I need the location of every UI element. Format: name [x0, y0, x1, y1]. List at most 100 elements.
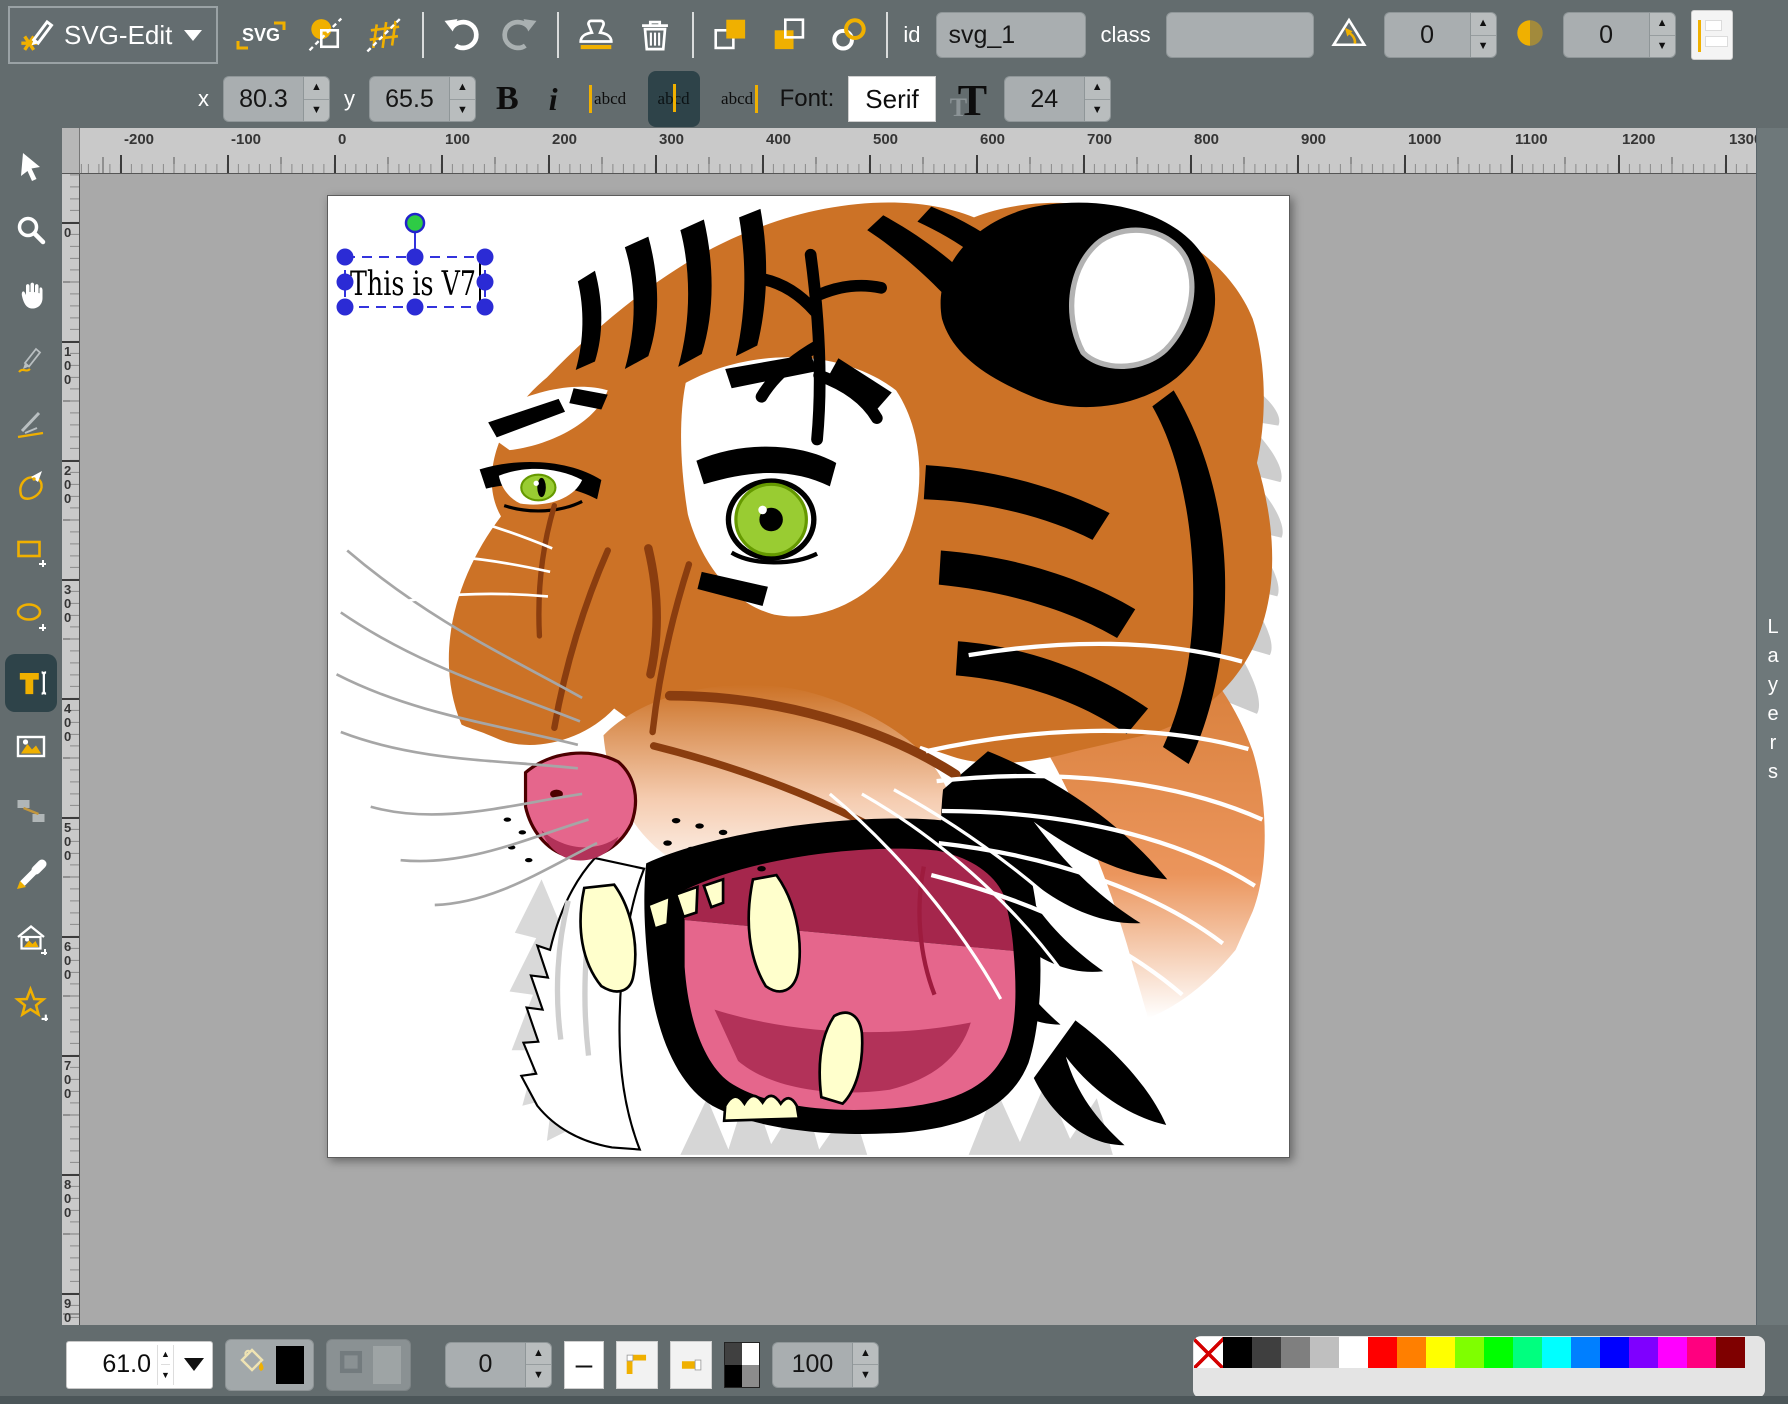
stroke-width-input[interactable] [445, 1342, 525, 1388]
blur-input[interactable] [1563, 12, 1649, 58]
make-link-button[interactable] [827, 11, 871, 59]
y-spinner[interactable]: ▲▼ [449, 76, 476, 122]
fill-color-button[interactable] [225, 1339, 314, 1391]
pencil-icon [14, 342, 48, 376]
bold-button[interactable]: B [490, 80, 525, 118]
ruler-tick [976, 155, 978, 173]
text-tool[interactable] [5, 654, 57, 712]
rect-tool[interactable] [5, 526, 57, 576]
palette-swatch[interactable] [1455, 1337, 1484, 1368]
ruler-tick [762, 155, 764, 173]
stroke-linecap-button[interactable] [670, 1341, 712, 1389]
palette-swatch[interactable] [1368, 1337, 1397, 1368]
line-tool[interactable] [5, 398, 57, 448]
palette-swatch[interactable] [1716, 1337, 1745, 1368]
palette-swatch[interactable] [1252, 1337, 1281, 1368]
svg-page[interactable] [327, 195, 1290, 1158]
ellipse-icon [14, 598, 48, 632]
layers-panel-toggle[interactable]: Layers [1756, 128, 1788, 1325]
palette-swatch[interactable] [1484, 1337, 1513, 1368]
font-size-spinner[interactable]: ▲▼ [1084, 76, 1111, 122]
ruler-label: 1300 [1729, 131, 1756, 148]
palette-swatch[interactable] [1542, 1337, 1571, 1368]
redo-button[interactable] [498, 11, 542, 59]
move-to-bottom-button[interactable] [768, 11, 812, 59]
palette-swatch[interactable] [1600, 1337, 1629, 1368]
opacity-input[interactable] [772, 1342, 852, 1388]
stroke-dash-button[interactable]: – [564, 1341, 604, 1389]
element-id-input[interactable] [936, 12, 1086, 58]
palette-swatch[interactable] [1281, 1337, 1310, 1368]
pencil-tool[interactable] [5, 334, 57, 384]
ruler-label: 800 [1194, 131, 1219, 148]
palette-swatch[interactable] [1223, 1337, 1252, 1368]
palette-swatch[interactable] [1629, 1337, 1658, 1368]
select-tool[interactable] [5, 142, 57, 192]
eyedropper-tool[interactable] [5, 850, 57, 900]
image-tool[interactable] [5, 722, 57, 772]
palette-swatch[interactable] [1194, 1337, 1223, 1368]
ruler-label: 700 [1087, 131, 1112, 148]
zoom-tool[interactable] [5, 206, 57, 256]
zoom-spinner[interactable]: ▲▼ [157, 1345, 174, 1385]
stroke-color-button[interactable] [326, 1339, 411, 1391]
blur-spinner[interactable]: ▲▼ [1649, 12, 1676, 58]
ruler-label: 400 [766, 131, 791, 148]
align-relative-button[interactable] [1691, 10, 1733, 60]
canvas-area[interactable]: This is V7 [80, 174, 1756, 1325]
palette-swatch[interactable] [1687, 1337, 1716, 1368]
tiger-artwork[interactable] [328, 196, 1289, 1157]
zoom-control[interactable]: 61.0 ▲▼ [66, 1341, 213, 1389]
ruler-label: 500 [873, 131, 898, 148]
ruler-label: 200 [552, 131, 577, 148]
editor-preferences-button[interactable] [363, 11, 407, 59]
star-tool[interactable] [5, 978, 57, 1028]
undo-button[interactable] [439, 11, 483, 59]
font-family-button[interactable]: Serif [848, 76, 935, 122]
ruler-label: 0 [338, 131, 346, 148]
stroke-width-spinner[interactable]: ▲▼ [525, 1342, 552, 1388]
app-title: SVG-Edit [64, 20, 172, 51]
pan-tool[interactable] [5, 270, 57, 320]
text-anchor-middle-button[interactable]: abcd [648, 71, 700, 127]
path-tool[interactable] [5, 462, 57, 512]
italic-button[interactable]: i [539, 81, 568, 118]
move-to-top-button[interactable] [709, 11, 753, 59]
ruler-tick [62, 1055, 79, 1057]
ruler-label: 0 [64, 226, 77, 240]
delete-button[interactable] [633, 11, 677, 59]
pen-path-icon [14, 470, 48, 504]
text-anchor-start-button[interactable]: abcd [582, 73, 634, 125]
clone-button[interactable] [574, 11, 618, 59]
palette-swatch[interactable] [1571, 1337, 1600, 1368]
font-size-input[interactable] [1004, 76, 1084, 122]
ruler-tick [334, 155, 336, 173]
main-menu-button[interactable]: SVG-Edit [8, 6, 218, 64]
stroke-swatch [373, 1346, 401, 1384]
ruler-tick [441, 155, 443, 173]
edit-source-button[interactable]: SVG [233, 11, 289, 59]
ruler-label: 500 [64, 821, 77, 863]
document-properties-button[interactable] [304, 11, 348, 59]
x-spinner[interactable]: ▲▼ [303, 76, 330, 122]
move-bottom-icon [770, 15, 810, 55]
stroke-linejoin-button[interactable] [616, 1341, 658, 1389]
toolbar-separator [886, 12, 888, 58]
angle-spinner[interactable]: ▲▼ [1470, 12, 1497, 58]
palette-swatch[interactable] [1397, 1337, 1426, 1368]
opacity-spinner[interactable]: ▲▼ [852, 1342, 879, 1388]
palette-swatch[interactable] [1658, 1337, 1687, 1368]
rotation-angle-input[interactable] [1384, 12, 1470, 58]
palette-swatch[interactable] [1513, 1337, 1542, 1368]
palette-swatch[interactable] [1310, 1337, 1339, 1368]
connector-tool[interactable] [5, 786, 57, 836]
y-input[interactable] [369, 76, 449, 122]
ellipse-tool[interactable] [5, 590, 57, 640]
x-input[interactable] [223, 76, 303, 122]
palette-swatch[interactable] [1339, 1337, 1368, 1368]
document-properties-icon [306, 15, 346, 55]
palette-swatch[interactable] [1426, 1337, 1455, 1368]
shape-library-tool[interactable] [5, 914, 57, 964]
element-class-input[interactable] [1166, 12, 1314, 58]
text-anchor-end-button[interactable]: abcd [714, 73, 766, 125]
